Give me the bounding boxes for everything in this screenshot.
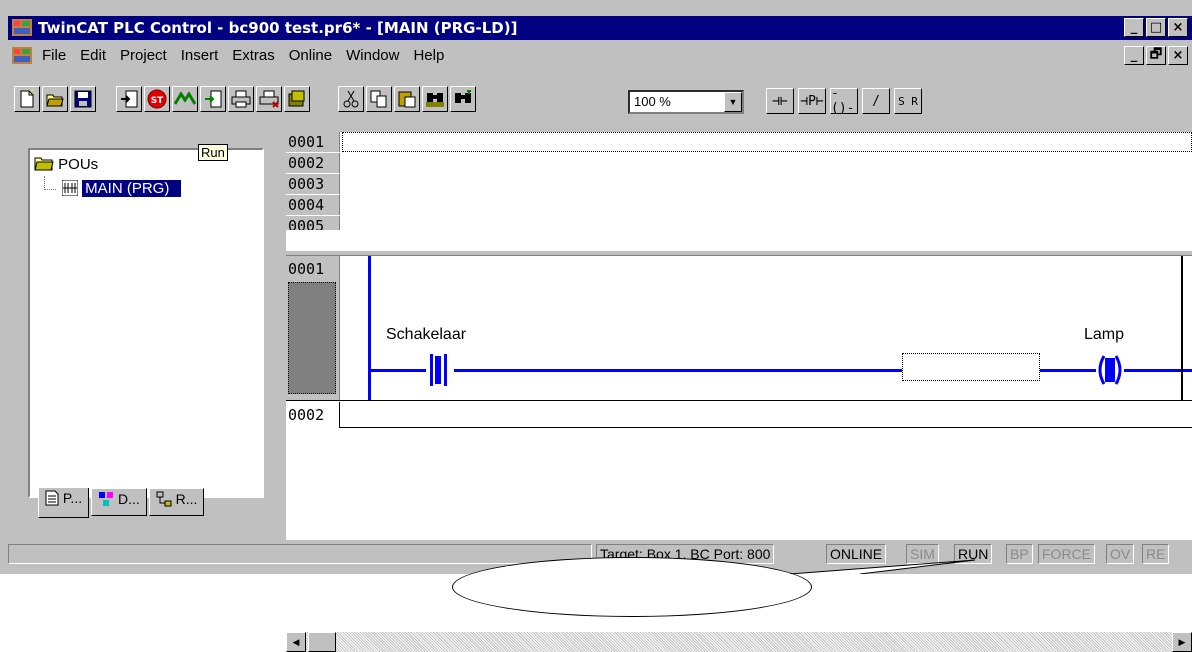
horizontal-scrollbar[interactable]: ◀ ▶ — [286, 632, 1192, 652]
scroll-right-icon[interactable]: ▶ — [1172, 632, 1192, 652]
scroll-thumb[interactable] — [308, 632, 336, 652]
scroll-left-icon[interactable]: ◀ — [286, 632, 306, 652]
callout-pointer — [789, 559, 976, 574]
